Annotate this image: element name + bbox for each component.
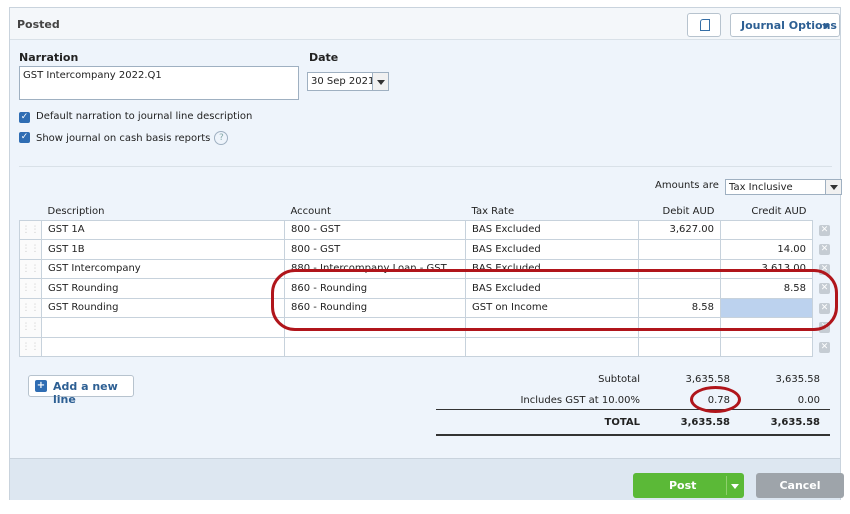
x-header	[812, 203, 839, 220]
drag-handle-icon[interactable]: ⋮⋮	[19, 278, 42, 299]
journal-options-button[interactable]: Journal Options	[730, 13, 840, 37]
drag-handle-icon[interactable]: ⋮⋮	[19, 258, 42, 279]
help-icon[interactable]: ?	[214, 131, 229, 145]
subtotal-debit: 3,635.58	[685, 374, 730, 385]
cell-description[interactable]: GST Rounding	[41, 297, 285, 318]
cash-basis-text: Show journal on cash basis reports	[36, 133, 211, 144]
amounts-are-value: Tax Inclusive	[729, 182, 793, 193]
add-new-line-button[interactable]: + Add a new line	[28, 375, 134, 406]
document-icon	[700, 19, 710, 31]
status-label: Posted	[17, 18, 60, 31]
post-label: Post	[669, 479, 697, 492]
date-dropdown-icon[interactable]	[372, 73, 388, 90]
cell-description[interactable]	[41, 336, 285, 357]
table-row: ⋮⋮ GST 1B 800 - GST BAS Excluded 14.00 ✕	[19, 239, 839, 260]
cell-credit[interactable]: 14.00	[720, 239, 813, 260]
post-split-divider	[726, 476, 727, 495]
table-row: ⋮⋮ ✕	[19, 336, 839, 357]
default-narration-label: Default narration to journal line descri…	[36, 111, 253, 122]
cell-description[interactable]	[41, 317, 285, 338]
totals-divider	[436, 409, 830, 410]
cancel-button[interactable]: Cancel	[756, 473, 844, 498]
delete-row[interactable]: ✕	[812, 220, 839, 240]
amounts-are-select[interactable]: Tax Inclusive	[725, 179, 842, 195]
cell-debit[interactable]	[638, 336, 721, 357]
gst-label: Includes GST at 10.00%	[520, 395, 640, 406]
col-tax-rate: Tax Rate	[465, 203, 639, 220]
total-debit: 3,635.58	[680, 417, 730, 428]
cell-debit[interactable]	[638, 239, 721, 260]
date-label: Date	[309, 51, 339, 64]
cell-account[interactable]	[284, 336, 466, 357]
add-new-line-label: Add a new line	[53, 380, 118, 406]
amounts-dropdown-icon[interactable]	[825, 180, 841, 194]
cash-basis-checkbox[interactable]: ✓	[19, 132, 30, 143]
totals-double-rule	[436, 434, 830, 436]
cash-basis-label: Show journal on cash basis reports?	[36, 131, 229, 145]
cell-description[interactable]: GST 1A	[41, 219, 285, 240]
cell-tax-rate[interactable]: BAS Excluded	[465, 239, 639, 260]
total-label: TOTAL	[604, 417, 640, 428]
total-credit: 3,635.58	[770, 417, 820, 428]
subtotal-label: Subtotal	[598, 374, 640, 385]
drag-handle-icon[interactable]: ⋮⋮	[19, 297, 42, 318]
copy-journal-button[interactable]	[687, 13, 721, 37]
cell-description[interactable]: GST 1B	[41, 239, 285, 260]
cell-tax-rate[interactable]: BAS Excluded	[465, 219, 639, 240]
date-value: 30 Sep 2021	[311, 76, 375, 87]
close-icon: ✕	[819, 224, 830, 236]
cell-account[interactable]: 800 - GST	[284, 219, 466, 240]
amounts-are-label: Amounts are	[655, 180, 719, 191]
divider	[19, 166, 832, 167]
journal-panel: Posted Journal Options Narration GST Int…	[9, 7, 844, 500]
annotation-oval-rounding-rows	[271, 269, 838, 331]
cell-credit[interactable]	[720, 336, 813, 357]
cell-description[interactable]: GST Rounding	[41, 278, 285, 299]
drag-handle-icon[interactable]: ⋮⋮	[19, 336, 42, 357]
cell-tax-rate[interactable]	[465, 336, 639, 357]
cell-description[interactable]: GST Intercompany	[41, 258, 285, 279]
gst-credit: 0.00	[797, 395, 820, 406]
post-button[interactable]: Post	[633, 473, 744, 498]
narration-label: Narration	[19, 51, 79, 64]
cell-credit[interactable]	[720, 219, 813, 240]
delete-row[interactable]: ✕	[812, 239, 839, 259]
table-header: Description Account Tax Rate Debit AUD C…	[19, 203, 839, 220]
drag-handle-icon[interactable]: ⋮⋮	[19, 239, 42, 260]
table-row: ⋮⋮ GST 1A 800 - GST BAS Excluded 3,627.0…	[19, 219, 839, 240]
col-debit: Debit AUD	[638, 203, 721, 220]
chevron-down-icon[interactable]	[731, 484, 739, 489]
annotation-oval-gst-value	[690, 386, 741, 413]
add-icon: +	[35, 380, 47, 392]
cell-account[interactable]: 800 - GST	[284, 239, 466, 260]
grip-header	[19, 203, 42, 220]
chevron-down-icon	[822, 24, 830, 29]
col-account: Account	[284, 203, 466, 220]
narration-field[interactable]: GST Intercompany 2022.Q1	[19, 66, 299, 100]
close-icon: ✕	[819, 244, 830, 256]
drag-handle-icon[interactable]: ⋮⋮	[19, 317, 42, 338]
top-bar: Posted Journal Options	[10, 8, 840, 40]
close-icon: ✕	[819, 341, 830, 353]
col-description: Description	[41, 203, 285, 220]
subtotal-credit: 3,635.58	[775, 374, 820, 385]
col-credit: Credit AUD	[720, 203, 813, 220]
delete-row[interactable]: ✕	[812, 337, 839, 357]
default-narration-checkbox[interactable]: ✓	[19, 112, 30, 123]
date-field[interactable]: 30 Sep 2021	[307, 72, 389, 91]
cell-debit[interactable]: 3,627.00	[638, 219, 721, 240]
drag-handle-icon[interactable]: ⋮⋮	[19, 219, 42, 240]
